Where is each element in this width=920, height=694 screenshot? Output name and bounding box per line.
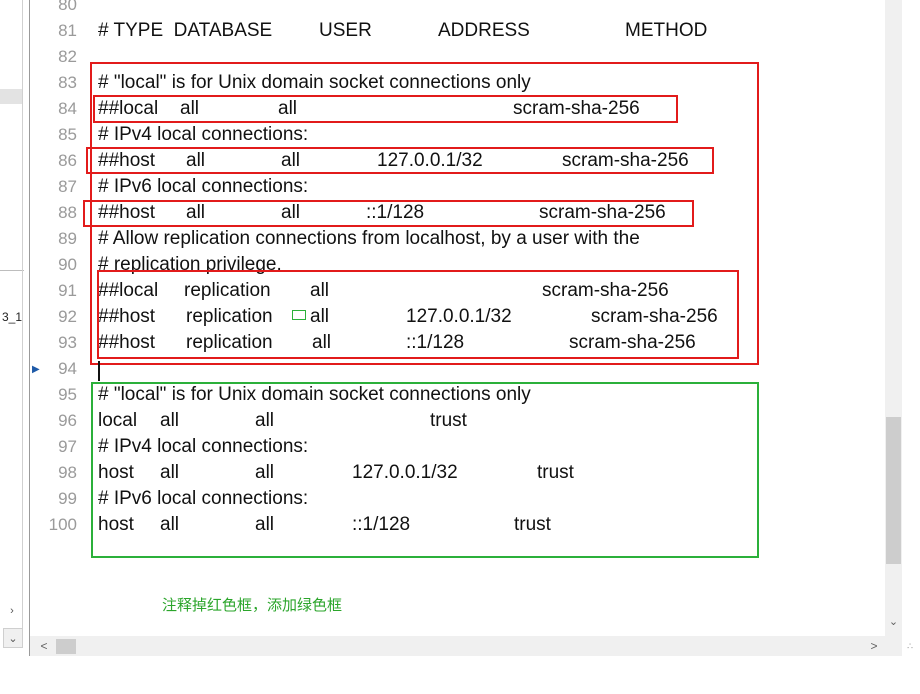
triangle-right-icon: ▶: [32, 364, 40, 375]
horizontal-scroll-thumb[interactable]: [56, 639, 76, 654]
horizontal-scrollbar[interactable]: [30, 636, 902, 656]
resize-grip-icon[interactable]: ∴: [902, 638, 918, 654]
line-number: 87: [58, 177, 77, 196]
left-pane-divider: [0, 270, 24, 271]
chevron-right-icon[interactable]: ›: [3, 602, 21, 620]
red-box-replication: [97, 270, 739, 359]
red-box-line-88: [83, 200, 694, 227]
line-number: 100: [48, 515, 77, 534]
line-number: 80: [58, 0, 77, 14]
line-number: 92: [58, 307, 77, 326]
line-number: 85: [58, 125, 77, 144]
green-box: [91, 382, 759, 558]
vertical-scroll-thumb[interactable]: [886, 417, 901, 564]
left-pane: 3_1 › ⌄: [0, 0, 30, 656]
line-number: 99: [58, 489, 77, 508]
red-box-line-84: [93, 95, 678, 123]
code-token: # TYPE DATABASE: [98, 20, 273, 41]
line-number: 86: [58, 151, 77, 170]
line-number: 95: [58, 385, 77, 404]
line-number: 96: [58, 411, 77, 430]
chevron-right-icon[interactable]: >: [866, 638, 882, 654]
line-number: 81: [58, 21, 77, 40]
line-number: 90: [58, 255, 77, 274]
code-line-81: # TYPE DATABASE USER ADDRESS METHOD: [98, 18, 707, 44]
chevron-left-icon[interactable]: <: [36, 638, 52, 654]
red-box-line-86: [86, 147, 714, 174]
line-number: 97: [58, 437, 77, 456]
line-number: 88: [58, 203, 77, 222]
line-number: 91: [58, 281, 77, 300]
left-pane-truncated-label: 3_1: [2, 310, 23, 324]
code-token: ADDRESS: [438, 20, 530, 41]
line-number-gutter: 80 81 82 83 84 85 86 87 88 89 90 91 92 9…: [30, 0, 80, 636]
line-number: 82: [58, 47, 77, 66]
code-token: USER: [319, 20, 372, 41]
left-pane-selected-row[interactable]: [0, 89, 22, 104]
line-number: 93: [58, 333, 77, 352]
line-number: 84: [58, 99, 77, 118]
annotation-note: 注释掉红色框，添加绿色框: [162, 596, 343, 614]
line-number: 89: [58, 229, 77, 248]
chevron-down-icon[interactable]: ⌄: [3, 628, 23, 648]
left-pane-border: [22, 0, 23, 630]
chevron-down-icon[interactable]: ⌄: [885, 612, 902, 630]
text-cursor: [98, 361, 100, 381]
code-token: METHOD: [625, 20, 708, 41]
green-marker-box: [292, 310, 306, 320]
line-number: 98: [58, 463, 77, 482]
line-number: 83: [58, 73, 77, 92]
